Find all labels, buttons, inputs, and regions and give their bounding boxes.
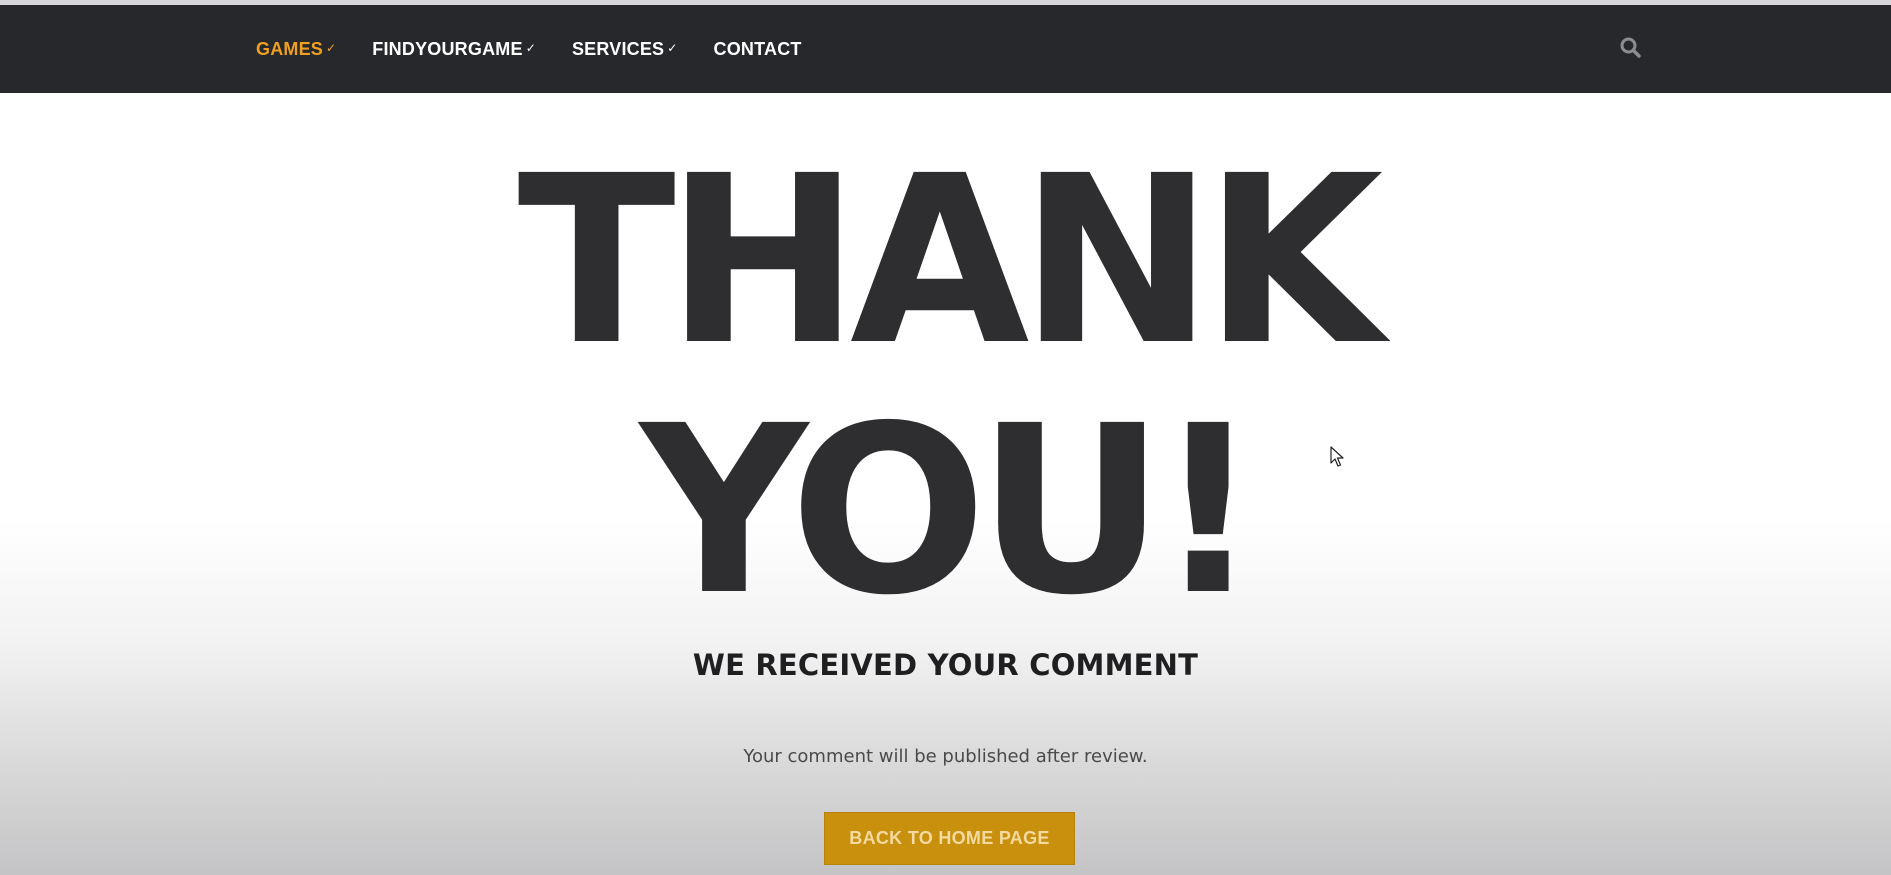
nav-item-label: FINDYOURGAME <box>372 38 523 59</box>
nav-item-contact[interactable]: CONTACT <box>714 39 802 60</box>
chevron-down-icon: ✓ <box>326 41 337 55</box>
back-to-home-button[interactable]: BACK TO HOME PAGE <box>824 812 1075 865</box>
hero-title-line-1: THANK <box>517 126 1384 396</box>
confirmation-heading: WE RECEIVED YOUR COMMENT <box>692 648 1199 682</box>
nav-item-label: CONTACT <box>713 38 802 59</box>
hero-title-line-2: YOU! <box>639 376 1261 646</box>
nav-item-findyourgame[interactable]: FINDYOURGAME ✓ <box>372 39 536 60</box>
chevron-down-icon: ✓ <box>525 41 536 55</box>
confirmation-message: Your comment will be published after rev… <box>743 746 1148 767</box>
chevron-down-icon: ✓ <box>667 41 678 55</box>
nav-item-games[interactable]: GAMES ✓ <box>256 39 336 60</box>
nav-item-label: SERVICES <box>571 38 665 59</box>
nav-menu: GAMES ✓ FINDYOURGAME ✓ SERVICES ✓ CONTAC… <box>256 5 838 93</box>
nav-item-services[interactable]: SERVICES ✓ <box>572 39 678 60</box>
thank-you-page: GAMES ✓ FINDYOURGAME ✓ SERVICES ✓ CONTAC… <box>0 0 1891 875</box>
nav-item-label: GAMES <box>256 38 324 59</box>
search-icon[interactable] <box>1618 35 1644 61</box>
navbar: GAMES ✓ FINDYOURGAME ✓ SERVICES ✓ CONTAC… <box>0 5 1891 93</box>
mouse-pointer-icon <box>1330 446 1344 468</box>
